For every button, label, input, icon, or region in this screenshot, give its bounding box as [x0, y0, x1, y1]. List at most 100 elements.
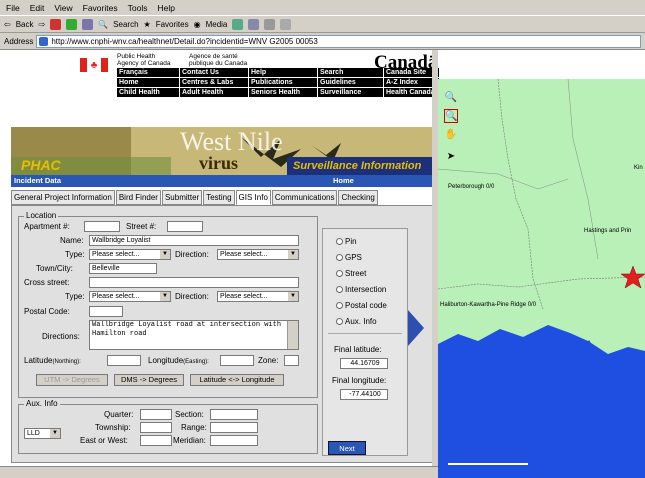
direction-select[interactable]: Please select... [217, 249, 299, 260]
tab-bird-finder[interactable]: Bird Finder [115, 190, 161, 205]
radio-postal-code[interactable]: Postal code [336, 301, 387, 310]
media-button[interactable]: Media [206, 20, 228, 29]
directions-textarea[interactable]: Wallbridge Loyalist road at intersection… [89, 320, 299, 350]
menu-tools[interactable]: Tools [128, 3, 148, 13]
menu-file[interactable]: File [6, 3, 20, 13]
forward-icon[interactable]: ⇨ [39, 20, 46, 29]
zoom-out-icon[interactable]: 🔍 [444, 109, 458, 123]
tab-gis-info[interactable]: GIS Info [235, 190, 271, 205]
radio-aux-info[interactable]: Aux. Info [336, 317, 377, 326]
final-longitude-value[interactable]: -77.44100 [340, 389, 388, 400]
nav-az-index[interactable]: A-Z Index [384, 78, 439, 87]
type2-label: Type: [65, 292, 85, 301]
dms-to-degrees-button[interactable]: DMS -> Degrees [114, 374, 184, 386]
menu-favorites[interactable]: Favorites [83, 3, 118, 13]
longitude-input[interactable] [220, 355, 254, 366]
town-label: Town/City: [36, 264, 73, 273]
tab-general-project-information[interactable]: General Project Information [11, 190, 115, 205]
name-input[interactable]: Wallbridge Loyalist [89, 235, 299, 246]
utm-to-degrees-button[interactable]: UTM -> Degrees [36, 374, 108, 386]
nav-centres-labs[interactable]: Centres & Labs [180, 78, 248, 87]
nav-home[interactable]: Home [117, 78, 179, 87]
home-link[interactable]: Home [333, 175, 354, 187]
menu-view[interactable]: View [54, 3, 72, 13]
home-icon[interactable] [82, 18, 94, 30]
radio-gps[interactable]: GPS [336, 253, 362, 262]
tab-submitter[interactable]: Submitter [161, 190, 203, 205]
pan-hand-icon[interactable]: ✋ [444, 128, 458, 142]
tab-communications[interactable]: Communications [271, 190, 338, 205]
search-button[interactable]: Search [113, 20, 138, 29]
search-icon[interactable]: 🔍 [98, 20, 108, 29]
nav-help[interactable]: Help [249, 68, 317, 77]
nav-child-health[interactable]: Child Health [117, 88, 179, 97]
wnv-banner: West Nile virus PHAC Surveillance Inform… [11, 127, 435, 175]
tab-checking[interactable]: Checking [338, 190, 378, 205]
radio-intersection[interactable]: Intersection [336, 285, 386, 294]
map-label-peterborough: Peterborough 0/0 [448, 184, 495, 190]
favorites-icon[interactable]: ★ [144, 20, 151, 29]
next-button[interactable]: Next [328, 441, 366, 455]
direction2-label: Direction: [175, 292, 209, 301]
nav-search[interactable]: Search [318, 68, 383, 77]
meridian-input[interactable] [210, 435, 258, 446]
latitude-input[interactable] [107, 355, 141, 366]
nav-seniors-health[interactable]: Seniors Health [249, 88, 317, 97]
map-view[interactable]: Peterborough 0/0 Hastings and Prin Halib… [438, 79, 645, 478]
tab-bar: General Project Information Bird Finder … [11, 190, 435, 205]
apartment-input[interactable] [84, 221, 120, 232]
radio-pin[interactable]: Pin [336, 237, 357, 246]
print-icon[interactable] [264, 18, 276, 30]
nav-adult-health[interactable]: Adult Health [180, 88, 248, 97]
section-input[interactable] [210, 409, 258, 420]
page-icon [39, 36, 49, 46]
nav-canada-site[interactable]: Canada Site [384, 68, 439, 77]
nav-guidelines[interactable]: Guidelines [318, 78, 383, 87]
zone-input[interactable] [284, 355, 299, 366]
quarter-input[interactable] [140, 409, 172, 420]
cross-street-label: Cross street: [24, 278, 70, 287]
east-west-input[interactable] [140, 435, 172, 446]
back-button[interactable]: Back [16, 20, 34, 29]
postal-code-input[interactable] [89, 306, 123, 317]
nav-surveillance[interactable]: Surveillance [318, 88, 383, 97]
radio-street[interactable]: Street [336, 269, 366, 278]
address-input[interactable]: http://www.cnphi-wnv.ca/healthnet/Detail… [36, 34, 641, 48]
range-input[interactable] [210, 422, 258, 433]
map-label-haliburton: Haliburton-Kawartha-Pine Ridge 0/0 [440, 302, 537, 308]
street-number-input[interactable] [167, 221, 203, 232]
nav-health-canada[interactable]: Health Canada [384, 88, 439, 97]
zoom-in-icon[interactable]: 🔍 [444, 91, 458, 105]
lld-select[interactable]: LLD [24, 428, 61, 439]
stop-icon[interactable] [50, 18, 62, 30]
latitude-longitude-swap-button[interactable]: Latitude <-> Longitude [190, 374, 284, 386]
menu-help[interactable]: Help [157, 3, 174, 13]
name-label: Name: [60, 236, 84, 245]
nav-contact[interactable]: Contact Us [180, 68, 248, 77]
refresh-icon[interactable] [66, 18, 78, 30]
cross-street-input[interactable] [89, 277, 299, 288]
back-icon[interactable]: ⇦ [4, 20, 11, 29]
type2-select[interactable]: Please select... [89, 291, 171, 302]
nav-publications[interactable]: Publications [249, 78, 317, 87]
final-latitude-value[interactable]: 44.16709 [340, 358, 388, 369]
media-icon[interactable]: ◉ [194, 20, 201, 29]
address-url[interactable]: http://www.cnphi-wnv.ca/healthnet/Detail… [51, 37, 317, 46]
edit-icon[interactable] [280, 18, 292, 30]
type-select[interactable]: Please select... [89, 249, 171, 260]
postal-code-label: Postal Code: [24, 307, 70, 316]
nav-francais[interactable]: Français [117, 68, 179, 77]
history-icon[interactable] [232, 18, 244, 30]
direction2-select[interactable]: Please select... [217, 291, 299, 302]
menu-edit[interactable]: Edit [30, 3, 45, 13]
directions-scrollbar[interactable] [287, 321, 298, 349]
township-input[interactable] [140, 422, 172, 433]
identify-pointer-icon[interactable]: ➤ [444, 150, 458, 164]
department-name-en: Public Health Agency of Canada [117, 53, 171, 67]
favorites-button[interactable]: Favorites [156, 20, 189, 29]
incident-data-bar: Incident Data Home [11, 175, 435, 187]
tab-testing[interactable]: Testing [203, 190, 235, 205]
mail-icon[interactable] [248, 18, 260, 30]
horizontal-scrollbar[interactable] [0, 466, 438, 478]
town-input[interactable]: Belleville [89, 263, 157, 274]
